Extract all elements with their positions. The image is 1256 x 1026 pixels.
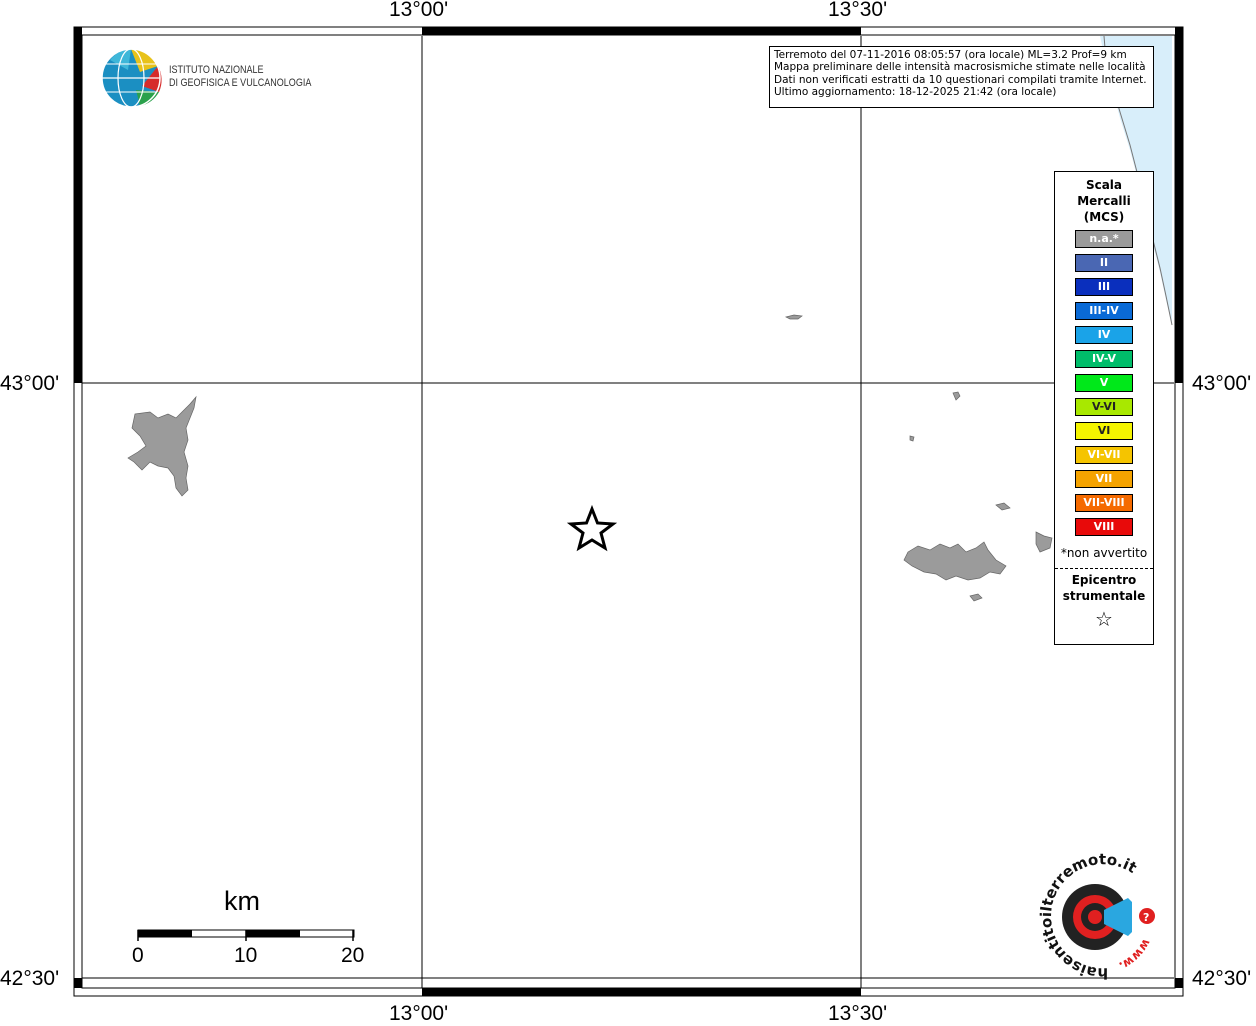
- intensity-legend: Scala Mercalli (MCS) n.a.* II III III-IV IV I…: [1054, 171, 1154, 645]
- lon-label-bottom-1: 13°00': [389, 1002, 449, 1025]
- feature-3: [909, 435, 915, 442]
- feature-6: [903, 541, 1007, 581]
- feature-1: [784, 314, 803, 320]
- scale-tick-0: 0: [132, 944, 144, 967]
- legend-item: III: [1075, 278, 1133, 296]
- legend-star-icon: ☆: [1095, 607, 1113, 631]
- svg-text:?: ?: [1143, 911, 1149, 924]
- info-line-4: Ultimo aggiornamento: 18-12-2025 21:42 (…: [774, 86, 1057, 99]
- earthquake-info-box: Terremoto del 07-11-2016 08:05:57 (ora l…: [769, 46, 1154, 108]
- legend-item: VI-VII: [1075, 446, 1133, 464]
- epicenter-star-icon: [566, 504, 618, 552]
- feature-5: [1035, 531, 1053, 553]
- scale-unit: km: [224, 886, 260, 916]
- legend-item: n.a.*: [1075, 230, 1133, 248]
- brand-url: www.: [1117, 937, 1154, 974]
- legend-item: VII-VIII: [1075, 494, 1133, 512]
- feature-2: [952, 391, 961, 401]
- lat-label-left-1: 43°00': [0, 372, 60, 395]
- lon-label-bottom-2: 13°30': [828, 1002, 888, 1025]
- info-line-2: Mappa preliminare delle intensità macros…: [774, 61, 1146, 74]
- lat-label-right-1: 43°00': [1192, 372, 1252, 395]
- legend-item: VIII: [1075, 518, 1133, 536]
- legend-item: V-VI: [1075, 398, 1133, 416]
- legend-epicenter-line-1: Epicentro: [1071, 573, 1137, 587]
- info-line-3: Dati non verificati estratti da 10 quest…: [774, 73, 1147, 86]
- lat-label-left-2: 42°30': [0, 967, 60, 990]
- legend-title-line-1: Scala: [1085, 178, 1123, 192]
- legend-divider: [1055, 568, 1153, 569]
- legend-item: V: [1075, 374, 1133, 392]
- scale-bar: [137, 929, 355, 941]
- legend-item: IV-V: [1075, 350, 1133, 368]
- legend-item: VI: [1075, 422, 1133, 440]
- scale-tick-10: 10: [234, 944, 258, 967]
- legend-item: IV: [1075, 326, 1133, 344]
- legend-note: *non avvertito: [1060, 546, 1148, 560]
- lat-label-right-2: 42°30': [1192, 967, 1252, 990]
- feature-7: [969, 593, 983, 602]
- legend-item: II: [1075, 254, 1133, 272]
- ingv-line-2: DI GEOFISICA E VULCANOLOGIA: [169, 77, 312, 89]
- legend-title-line-3: (MCS): [1083, 210, 1125, 224]
- lon-label-top-2: 13°30': [828, 0, 888, 21]
- ingv-logo-icon: [101, 48, 162, 108]
- info-line-1: Terremoto del 07-11-2016 08:05:57 (ora l…: [774, 49, 1127, 61]
- feature-4: [995, 502, 1011, 511]
- ingv-logo-text: ISTITUTO NAZIONALE DI GEOFISICA E VULCAN…: [169, 64, 311, 90]
- legend-title: Scala Mercalli (MCS): [1055, 177, 1153, 225]
- legend-title-line-2: Mercalli: [1077, 194, 1131, 208]
- ingv-line-1: ISTITUTO NAZIONALE: [169, 64, 264, 76]
- legend-epicenter-line-2: strumentale: [1062, 589, 1146, 603]
- lon-label-top-1: 13°00': [389, 0, 449, 21]
- legend-epicenter-title: Epicentro strumentale: [1055, 572, 1153, 604]
- lake-shape: [127, 395, 197, 497]
- legend-item: III-IV: [1075, 302, 1133, 320]
- scale-tick-20: 20: [341, 944, 365, 967]
- legend-item: VII: [1075, 470, 1133, 488]
